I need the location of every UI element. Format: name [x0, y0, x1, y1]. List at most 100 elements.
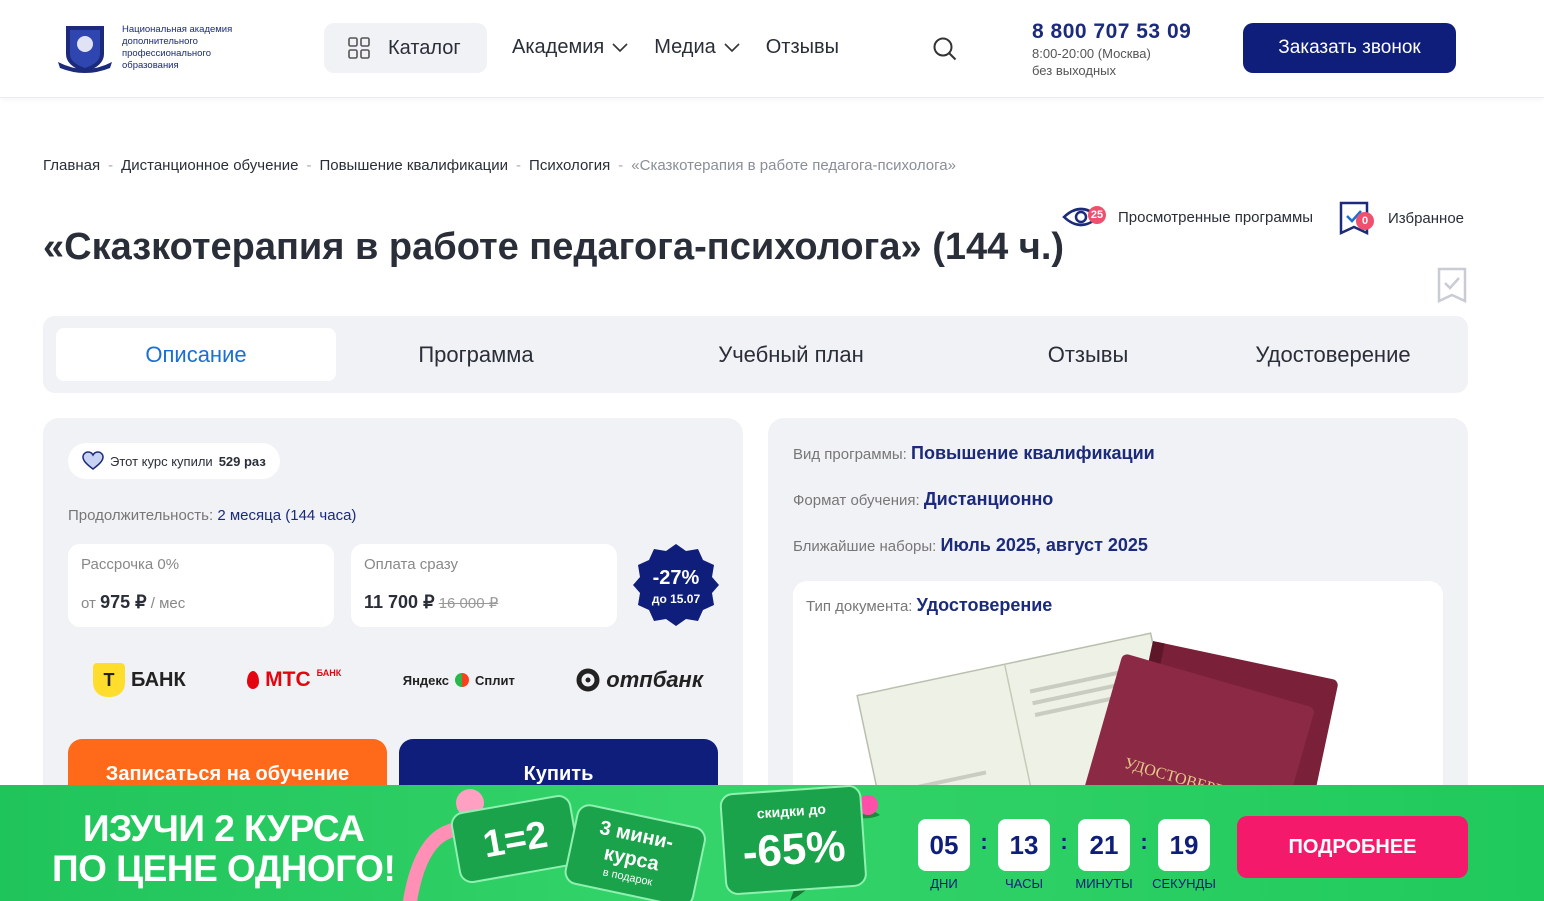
timer-minutes: 21 МИНУТЫ — [1075, 819, 1133, 891]
discount-until: до 15.07 — [652, 592, 701, 606]
full-payment-option[interactable]: Оплата сразу 11 700 ₽ 16 000 ₽ — [351, 544, 617, 627]
timer-separator: : — [1060, 829, 1068, 854]
timer-seconds: 19 СЕКУНДЫ — [1152, 819, 1216, 891]
breadcrumb-psychology[interactable]: Психология — [529, 157, 610, 174]
timer-seconds-label: СЕКУНДЫ — [1152, 876, 1216, 891]
course-tabs: Описание Программа Учебный план Отзывы У… — [43, 316, 1468, 393]
viewed-icon-wrap: 25 — [1062, 202, 1108, 232]
breadcrumb-separator: - — [516, 157, 522, 174]
timer-seconds-value: 19 — [1158, 819, 1210, 871]
promo-line1: ИЗУЧИ 2 КУРСА — [82, 808, 365, 849]
grid-icon — [348, 37, 370, 59]
favorites-link[interactable]: 0 Избранное — [1338, 200, 1464, 236]
timer-hours-value: 13 — [998, 819, 1050, 871]
mts-label: МТС — [265, 668, 311, 691]
breadcrumb-home[interactable]: Главная — [43, 157, 100, 174]
nav-reviews-label: Отзывы — [765, 36, 840, 58]
academy-logo[interactable]: Национальная академия дополнительного пр… — [56, 22, 256, 76]
otp-bank-logo: отпбанк — [576, 667, 703, 693]
installment-prefix: от — [81, 595, 96, 612]
heart-icon — [82, 451, 104, 470]
search-icon[interactable] — [932, 36, 958, 62]
chevron-down-icon — [724, 42, 740, 52]
yandex-label: Яндекс — [402, 672, 449, 688]
discount-badge: -27% до 15.07 — [633, 544, 719, 626]
work-hours: 8:00-20:00 (Москва) — [1032, 46, 1151, 61]
phone-block[interactable]: 8 800 707 53 09 8:00-20:00 (Москва) без … — [1032, 20, 1191, 78]
tab-certificate[interactable]: Удостоверение — [1193, 328, 1473, 381]
breadcrumb-qualification[interactable]: Повышение квалификации — [319, 157, 508, 174]
start-dates-label: Ближайшие наборы: — [793, 538, 937, 555]
split-icon — [454, 673, 469, 687]
favorites-count-badge: 0 — [1356, 212, 1374, 230]
tab-curriculum[interactable]: Учебный план — [651, 328, 931, 381]
tab-description[interactable]: Описание — [56, 328, 336, 381]
breadcrumb-distance[interactable]: Дистанционное обучение — [121, 157, 298, 174]
main-nav: Академия Медиа Отзывы — [512, 36, 839, 59]
logo-text: Национальная академия дополнительного пр… — [122, 24, 233, 71]
nav-media-label: Медиа — [654, 36, 716, 58]
timer-minutes-value: 21 — [1078, 819, 1130, 871]
duration-value: 2 месяца (144 часа) — [217, 507, 357, 524]
breadcrumb-separator: - — [306, 157, 312, 174]
work-days: без выходных — [1032, 63, 1116, 78]
start-dates-row: Ближайшие наборы: Июль 2025, август 2025 — [793, 535, 1148, 556]
mts-egg-icon — [247, 671, 260, 689]
chevron-down-icon — [612, 42, 628, 52]
tbank-logo: T БАНК — [93, 663, 186, 697]
page-title: «Сказкотерапия в работе педагога-психоло… — [43, 226, 1065, 268]
viewed-programs-link[interactable]: 25 Просмотренные программы — [1062, 202, 1313, 232]
full-payment-label: Оплата сразу — [364, 556, 458, 573]
timer-separator: : — [980, 829, 988, 854]
site-header: Национальная академия дополнительного пр… — [0, 0, 1544, 98]
promo-more-button[interactable]: ПОДРОБНЕЕ — [1237, 816, 1468, 878]
yandex-split-logo: Яндекс Сплит — [403, 673, 515, 688]
program-type-value: Повышение квалификации — [911, 443, 1155, 463]
otp-label: отпбанк — [606, 667, 703, 692]
nav-reviews[interactable]: Отзывы — [766, 36, 839, 59]
duration-label: Продолжительность: — [68, 507, 214, 524]
old-price: 16 000 ₽ — [438, 595, 499, 612]
timer-hours-label: ЧАСЫ — [1005, 876, 1043, 891]
mts-bank-label: БАНК — [316, 668, 342, 678]
promo-banner[interactable]: ИЗУЧИ 2 КУРСА ПО ЦЕНЕ ОДНОГО! 1=2 3 мини… — [0, 785, 1544, 901]
installment-price: от 975 ₽ / мес — [81, 592, 321, 613]
promo-discount-value: -65% — [741, 821, 847, 877]
discount-value: -27% — [653, 567, 700, 589]
timer-separator: : — [1140, 829, 1148, 854]
installment-suffix: / мес — [150, 595, 186, 612]
installment-amount: 975 ₽ — [100, 592, 147, 612]
nav-academy-label: Академия — [512, 36, 605, 58]
viewed-label: Просмотренные программы — [1118, 208, 1314, 226]
promo-headline: ИЗУЧИ 2 КУРСА ПО ЦЕНЕ ОДНОГО! — [52, 808, 396, 889]
tab-reviews[interactable]: Отзывы — [948, 328, 1228, 381]
favorites-icon-wrap: 0 — [1338, 200, 1378, 236]
tbank-shield-icon: T — [93, 663, 125, 697]
breadcrumb-separator: - — [618, 157, 624, 174]
catalog-button[interactable]: Каталог — [324, 23, 487, 73]
start-dates-value: Июль 2025, август 2025 — [940, 535, 1148, 555]
program-type-label: Вид программы: — [793, 446, 907, 463]
order-call-button[interactable]: Заказать звонок — [1243, 23, 1456, 73]
add-favorite-icon[interactable] — [1436, 266, 1468, 306]
installment-label: Рассрочка 0% — [81, 556, 180, 573]
program-type-row: Вид программы: Повышение квалификации — [793, 443, 1155, 464]
timer-days-value: 05 — [918, 819, 970, 871]
timer-minutes-label: МИНУТЫ — [1075, 876, 1133, 891]
favorites-label: Избранное — [1388, 209, 1465, 227]
tbank-label: БАНК — [131, 668, 186, 691]
tab-program[interactable]: Программа — [336, 328, 616, 381]
study-format-label: Формат обучения: — [793, 492, 920, 509]
breadcrumb-separator: - — [108, 157, 114, 174]
phone-number[interactable]: 8 800 707 53 09 — [1032, 20, 1191, 44]
partner-banks: T БАНК МТС БАНК Яндекс Сплит отпбанк — [93, 663, 703, 697]
installment-option[interactable]: Рассрочка 0% от 975 ₽ / мес — [68, 544, 334, 627]
study-format-row: Формат обучения: Дистанционно — [793, 489, 1053, 510]
breadcrumb-current: «Сказкотерапия в работе педагога-психоло… — [631, 157, 956, 174]
split-label: Сплит — [474, 672, 515, 688]
breadcrumb: Главная - Дистанционное обучение - Повыш… — [43, 157, 956, 174]
catalog-label: Каталог — [388, 36, 461, 59]
nav-academy[interactable]: Академия — [512, 36, 628, 59]
bought-count-badge: Этот курс купили 529 раз — [68, 443, 280, 479]
nav-media[interactable]: Медиа — [654, 36, 740, 59]
